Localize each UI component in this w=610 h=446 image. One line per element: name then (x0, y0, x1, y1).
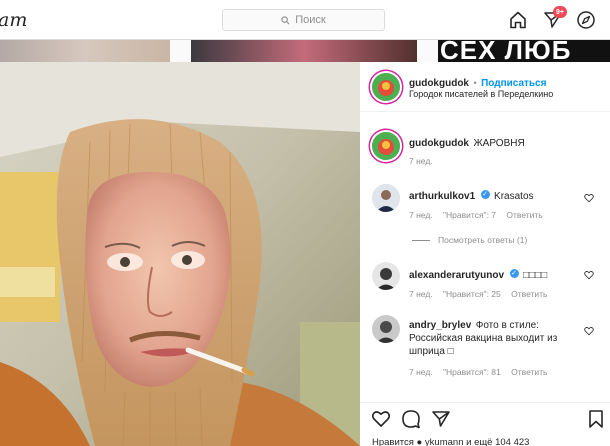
caption-text: ЖАРОВНЯ (473, 138, 525, 149)
reply-button[interactable]: Ответить (506, 210, 542, 220)
view-replies-label: Посмотреть ответы (1) (438, 235, 528, 245)
comment-body: arthurkulkov1 ✓ Krasatos (409, 186, 534, 204)
likes-summary[interactable]: Нравится ● ykumann и ещё 104 423 (372, 437, 529, 446)
background-feed-image (0, 40, 170, 62)
reply-button[interactable]: Ответить (511, 367, 547, 377)
comment-time[interactable]: 7 нед. (409, 289, 433, 299)
likes-summary-text: Нравится ● ykumann и ещё 104 423 (372, 437, 530, 446)
post-actions-bar: Нравится ● ykumann и ещё 104 423 (360, 402, 610, 446)
background-feed-image (191, 40, 417, 62)
follow-button[interactable]: Подписаться (481, 78, 546, 89)
caption-avatar-image (372, 132, 400, 160)
comment-icon[interactable] (401, 409, 421, 429)
comment-username[interactable]: alexanderarutyunov (409, 270, 504, 281)
comment-avatar-image (372, 184, 400, 212)
verified-icon: ✓ (509, 269, 519, 279)
like-heart-icon[interactable] (371, 409, 391, 429)
comment-text-line-3: шприца □ (409, 346, 454, 357)
reply-button[interactable]: Ответить (511, 289, 547, 299)
home-icon[interactable] (508, 10, 528, 30)
comment-text-line-1: Фото в стиле: (475, 320, 539, 331)
comment-avatar[interactable] (372, 262, 400, 290)
comment-text: Krasatos (494, 191, 534, 202)
comment-username[interactable]: arthurkulkov1 (409, 191, 475, 202)
author-avatar[interactable] (372, 73, 400, 101)
author-username[interactable]: gudokgudok (409, 78, 469, 89)
comment-meta: 7 нед. "Нравится": 7 Ответить (409, 210, 551, 220)
bookmark-icon[interactable] (586, 409, 606, 429)
comment-username[interactable]: andry_brylev (409, 320, 471, 331)
comment-avatar-image (372, 315, 400, 343)
post-header: gudokgudok • Подписаться Городок писател… (360, 62, 610, 112)
post-details-panel: gudokgudok • Подписаться Городок писател… (360, 62, 610, 446)
caption-username[interactable]: gudokgudok (409, 138, 469, 149)
caption-time: 7 нед. (409, 156, 441, 166)
comment-text-line-2: Российская вакцина выходит из (409, 333, 558, 344)
top-navigation-bar: am Поиск 9+ (0, 0, 610, 40)
caption-timestamp[interactable]: 7 нед. (409, 156, 433, 166)
instagram-logo[interactable]: am (0, 9, 27, 31)
comment-time[interactable]: 7 нед. (409, 210, 433, 220)
search-placeholder: Поиск (295, 14, 326, 26)
view-replies-button[interactable]: Посмотреть ответы (1) (412, 235, 527, 245)
comment-like-heart-icon[interactable] (584, 270, 594, 280)
share-icon[interactable] (431, 409, 451, 429)
caption-avatar[interactable] (372, 132, 400, 160)
verified-icon: ✓ (480, 190, 490, 200)
explore-icon[interactable] (576, 10, 596, 30)
search-icon (281, 15, 290, 24)
comment-meta: 7 нед. "Нравится": 81 Ответить (409, 367, 555, 377)
search-input[interactable]: Поиск (222, 9, 385, 31)
comment-body: alexanderarutyunov ✓ □□□□ (409, 265, 547, 283)
comment-like-heart-icon[interactable] (584, 193, 594, 203)
comment-text: □□□□ (522, 270, 548, 281)
comment-avatar-image (372, 262, 400, 290)
background-feed-banner: СЕХ ЛЮБ (438, 40, 610, 62)
post-photo-image (0, 62, 360, 446)
comment-avatar[interactable] (372, 184, 400, 212)
comment-likes[interactable]: "Нравится": 7 (443, 210, 496, 220)
comment-time[interactable]: 7 нед. (409, 367, 433, 377)
post-location[interactable]: Городок писателей в Переделкино (409, 89, 553, 99)
separator-dot: • (473, 78, 477, 88)
notifications-badge: 9+ (553, 6, 567, 18)
author-avatar-image (372, 73, 400, 101)
comment-body: andry_brylev Фото в стиле: Российская ва… (409, 317, 587, 358)
comment-likes[interactable]: "Нравится": 25 (443, 289, 501, 299)
comment-likes[interactable]: "Нравится": 81 (443, 367, 501, 377)
replies-divider (412, 239, 430, 241)
comment-avatar[interactable] (372, 315, 400, 343)
caption: gudokgudok ЖАРОВНЯ (409, 133, 525, 151)
post-photo[interactable] (0, 62, 360, 446)
comment-meta: 7 нед. "Нравится": 25 Ответить (409, 289, 555, 299)
comment-like-heart-icon[interactable] (584, 326, 594, 336)
